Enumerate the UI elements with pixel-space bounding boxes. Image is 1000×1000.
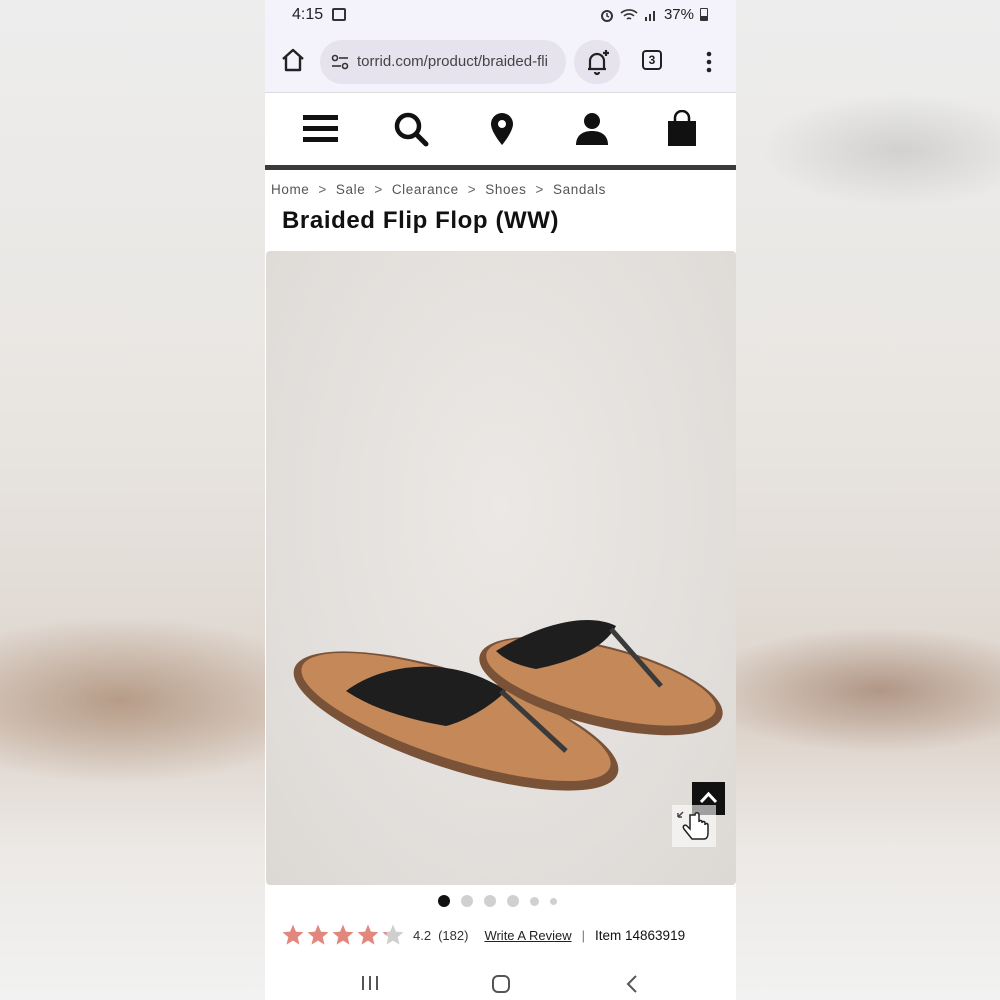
recent-apps-icon[interactable] <box>360 974 380 992</box>
breadcrumb-separator: > <box>318 182 327 197</box>
carousel-dot[interactable] <box>507 895 519 907</box>
carousel-dot[interactable] <box>550 897 557 905</box>
breadcrumb-shoes[interactable]: Shoes <box>485 182 526 197</box>
star-rating[interactable] <box>281 923 405 947</box>
breadcrumb: Home > Sale > Clearance > Shoes > Sandals <box>271 182 606 197</box>
breadcrumb-sandals[interactable]: Sandals <box>553 182 606 197</box>
browser-toolbar: torrid.com/product/braided-fli 3 <box>265 32 736 93</box>
star-icon <box>307 924 329 945</box>
status-bar: 4:15 37% <box>265 0 736 32</box>
carousel-dot[interactable] <box>484 895 496 907</box>
signal-icon <box>644 10 655 21</box>
breadcrumb-separator: > <box>467 182 477 197</box>
url-text[interactable]: torrid.com/product/braided-fli <box>357 53 557 70</box>
back-icon[interactable] <box>625 974 639 994</box>
tabs-icon[interactable]: 3 <box>642 50 662 70</box>
breadcrumb-sale[interactable]: Sale <box>336 182 365 197</box>
phone-screen: 4:15 37% torrid.com/product/braided-fli <box>265 0 736 1000</box>
write-review-link[interactable]: Write A Review <box>484 928 571 943</box>
address-bar[interactable]: torrid.com/product/braided-fli <box>320 40 566 84</box>
breadcrumb-clearance[interactable]: Clearance <box>392 182 459 197</box>
hand-pointer-icon <box>677 811 709 840</box>
header-divider <box>265 165 736 170</box>
more-menu-icon[interactable] <box>705 50 713 74</box>
home-nav-icon[interactable] <box>491 974 511 994</box>
star-icon <box>382 924 404 945</box>
alarm-icon <box>600 9 613 22</box>
item-number: Item 14863919 <box>595 927 686 943</box>
star-icon <box>282 924 304 945</box>
account-icon[interactable] <box>573 110 611 148</box>
site-settings-icon[interactable] <box>331 54 349 70</box>
rating-row: 4.2 (182) Write A Review | Item 14863919 <box>281 922 685 948</box>
review-count[interactable]: (182) <box>438 928 468 943</box>
breadcrumb-separator: > <box>374 182 383 197</box>
status-right: 37% <box>600 6 708 23</box>
home-icon[interactable] <box>279 46 307 74</box>
image-carousel-dots <box>438 895 557 907</box>
shopping-bag-icon[interactable] <box>663 110 701 148</box>
image-icon <box>332 8 346 21</box>
sandals-image <box>293 620 723 791</box>
battery-icon <box>700 8 708 21</box>
status-time: 4:15 <box>292 6 324 23</box>
product-image[interactable] <box>266 251 736 885</box>
carousel-dot[interactable] <box>530 896 539 906</box>
notification-add-button[interactable] <box>574 40 620 84</box>
zoom-button[interactable] <box>672 805 716 847</box>
carousel-dot[interactable] <box>461 895 473 907</box>
battery-percent: 37% <box>663 6 694 23</box>
search-icon[interactable] <box>392 110 430 148</box>
site-header <box>265 93 736 170</box>
carousel-dot[interactable] <box>438 895 450 907</box>
notification-add-icon <box>588 50 609 76</box>
star-icon <box>357 924 379 945</box>
divider: | <box>581 927 586 943</box>
breadcrumb-separator: > <box>535 182 544 197</box>
star-icon <box>332 924 354 945</box>
page-title: Braided Flip Flop (WW) <box>282 207 560 234</box>
android-nav-bar <box>265 962 736 1000</box>
wifi-icon <box>620 8 638 20</box>
rating-value: 4.2 <box>413 927 432 943</box>
menu-icon[interactable] <box>302 110 340 148</box>
location-pin-icon[interactable] <box>483 110 521 148</box>
breadcrumb-home[interactable]: Home <box>271 182 309 197</box>
